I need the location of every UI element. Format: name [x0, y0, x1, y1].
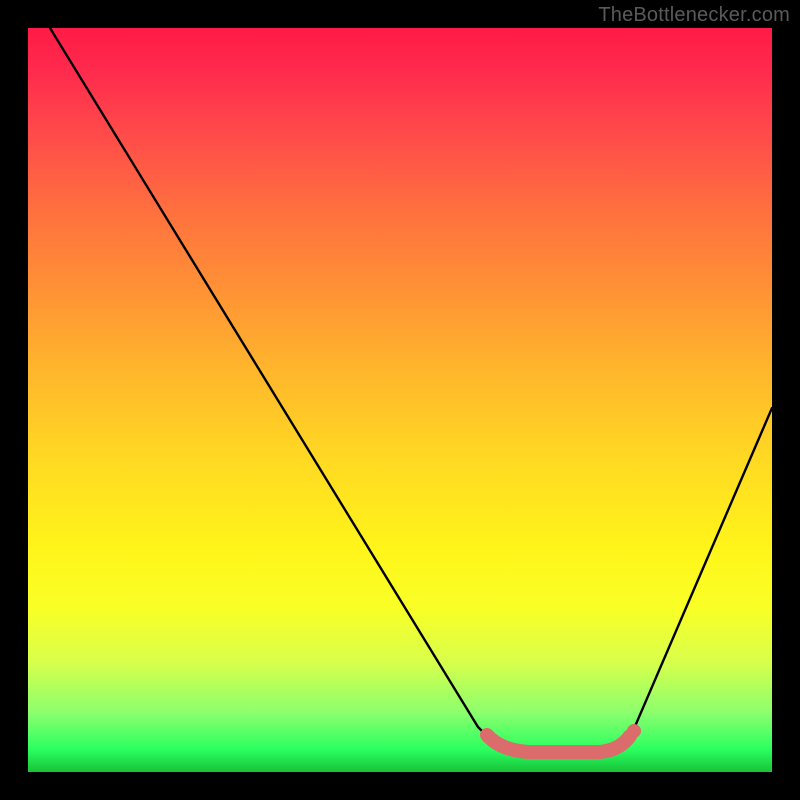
- bottleneck-curve-line: [50, 28, 772, 750]
- chart-frame: TheBottlenecker.com: [0, 0, 800, 800]
- chart-svg: [28, 28, 772, 772]
- optimal-region-end-dot: [627, 724, 641, 738]
- watermark-text: TheBottlenecker.com: [598, 4, 790, 27]
- optimal-region-marker: [487, 735, 630, 752]
